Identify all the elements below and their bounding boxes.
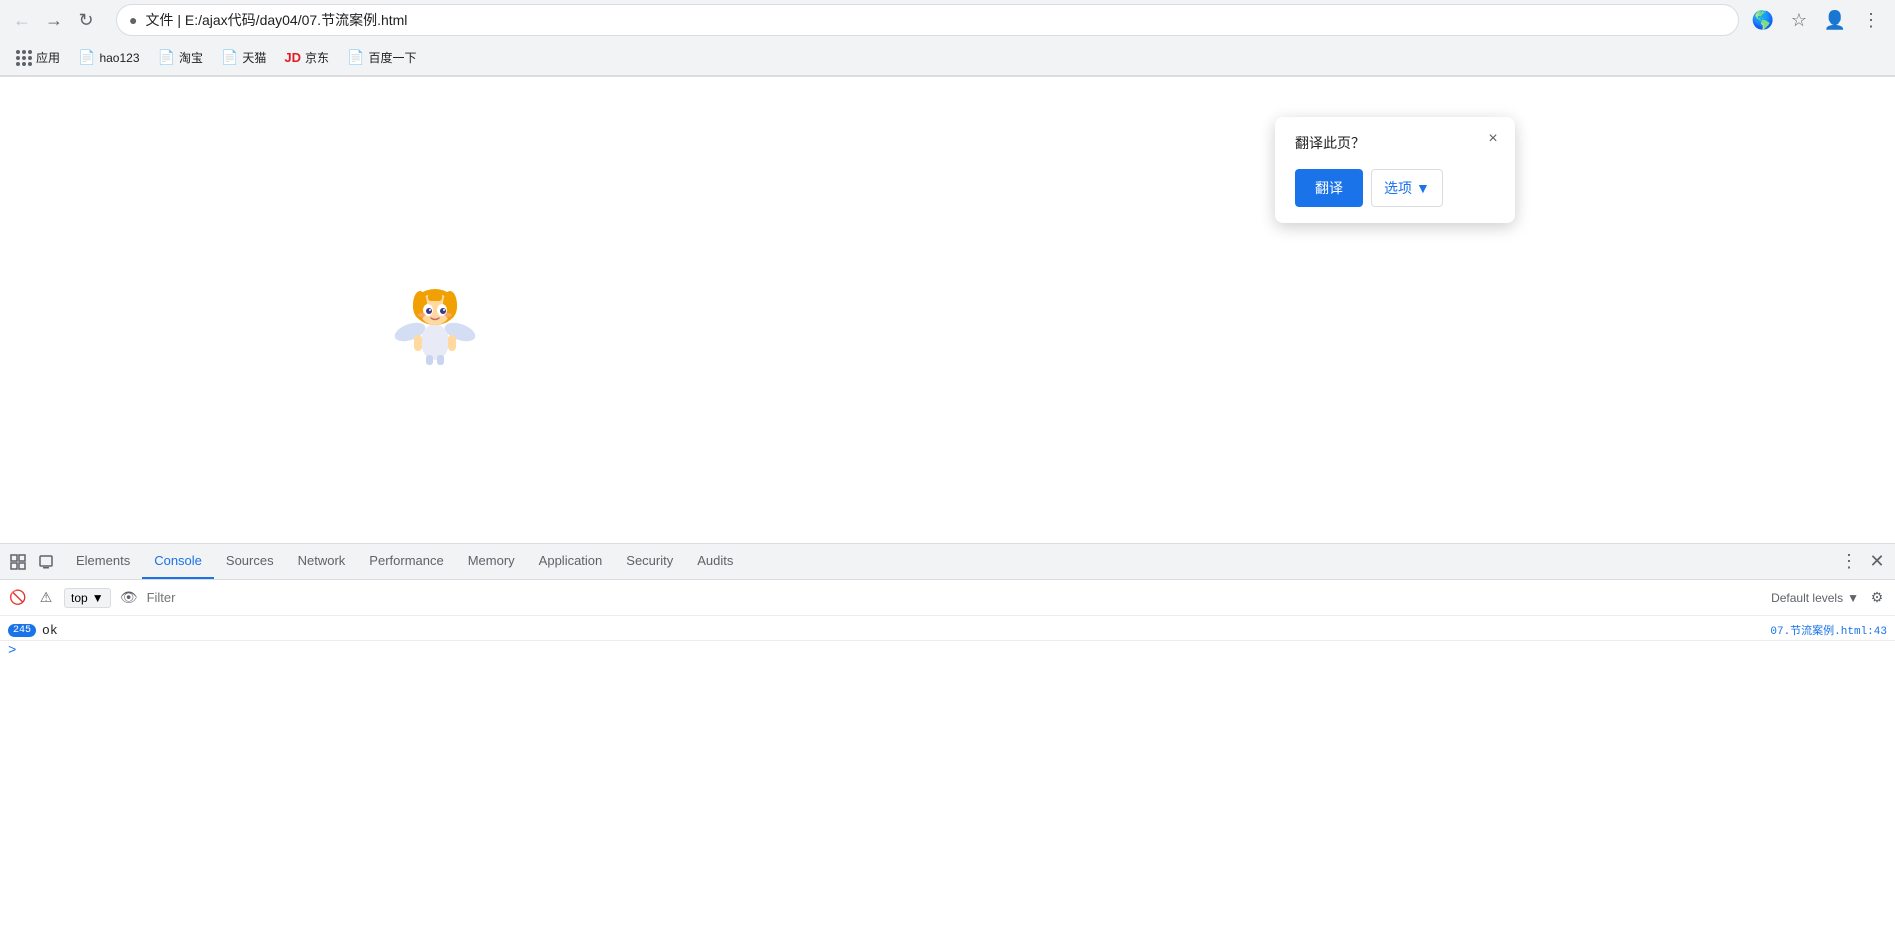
devtools-close-button[interactable]: ✕ (1863, 548, 1891, 576)
console-eye-button[interactable]: 👁 (119, 588, 139, 608)
menu-button[interactable]: ⋮ (1855, 4, 1887, 36)
bookmarks-bar: 应用 📄 hao123 📄 淘宝 📄 天猫 JD 京东 📄 百度一下 (0, 40, 1895, 76)
console-context-dropdown-icon: ▼ (92, 591, 104, 605)
devtools-panel: Elements Console Sources Network Perform… (0, 543, 1895, 940)
translate-options-button[interactable]: 选项 ▼ (1371, 169, 1443, 207)
reload-button[interactable]: ↻ (72, 6, 100, 34)
security-icon: ● (129, 12, 137, 28)
console-log-text: ok (42, 623, 1770, 638)
options-dropdown-icon: ▼ (1416, 180, 1430, 196)
console-ban-button[interactable]: ⚠ (36, 588, 56, 608)
back-button[interactable]: ← (8, 6, 36, 34)
console-log-count: 245 (8, 624, 36, 637)
console-prompt-row: > (0, 641, 1895, 661)
translate-popup-title: 翻译此页？ (1295, 133, 1495, 153)
sprite-character (390, 277, 480, 367)
bookmark-page-icon: 📄 (158, 49, 175, 66)
devtools-toolbar: Elements Console Sources Network Perform… (0, 544, 1895, 580)
page-content: 翻译此页？ × 翻译 选项 ▼ (0, 77, 1895, 543)
forward-button[interactable]: → (40, 6, 68, 34)
apps-label: 应用 (36, 49, 60, 66)
console-toolbar: 🚫 ⚠ top ▼ 👁 Default levels ▼ ⚙ (0, 580, 1895, 616)
apps-bookmark[interactable]: 应用 (8, 45, 68, 70)
console-content: 245 ok 07.节流案例.html:43 > (0, 616, 1895, 665)
bookmark-baidu[interactable]: 📄 百度一下 (339, 45, 424, 70)
console-context-label: top (71, 591, 88, 605)
console-levels-selector[interactable]: Default levels ▼ (1771, 591, 1859, 605)
console-levels-dropdown-icon: ▼ (1847, 591, 1859, 605)
bookmark-tianmao[interactable]: 📄 天猫 (213, 45, 274, 70)
bookmark-hao123-label: hao123 (99, 51, 139, 65)
tab-sources[interactable]: Sources (214, 544, 286, 579)
bookmark-page-icon: 📄 (221, 49, 238, 66)
address-bar[interactable]: ● 文件 | E:/ajax代码/day04/07.节流案例.html (116, 4, 1739, 36)
translate-popup-actions: 翻译 选项 ▼ (1295, 169, 1495, 207)
tab-memory[interactable]: Memory (456, 544, 527, 579)
devtools-inspect-button[interactable] (4, 548, 32, 576)
translate-button[interactable]: 🌎 (1747, 4, 1779, 36)
bookmark-taobao-label: 淘宝 (179, 49, 203, 66)
console-filter-input[interactable] (147, 590, 1763, 605)
bookmark-hao123[interactable]: 📄 hao123 (70, 45, 147, 70)
console-context-selector[interactable]: top ▼ (64, 588, 111, 608)
jd-icon: JD (284, 50, 301, 65)
tab-console[interactable]: Console (142, 544, 214, 579)
tab-performance[interactable]: Performance (357, 544, 455, 579)
console-settings-button[interactable]: ⚙ (1867, 588, 1887, 608)
devtools-tabs: Elements Console Sources Network Perform… (64, 544, 1835, 579)
tab-elements[interactable]: Elements (64, 544, 142, 579)
tab-application[interactable]: Application (527, 544, 615, 579)
profile-button[interactable]: 👤 (1819, 4, 1851, 36)
translate-execute-button[interactable]: 翻译 (1295, 169, 1363, 207)
address-text: 文件 | E:/ajax代码/day04/07.节流案例.html (145, 10, 1726, 30)
bookmark-taobao[interactable]: 📄 淘宝 (150, 45, 211, 70)
apps-grid-icon (16, 50, 32, 66)
bookmark-baidu-label: 百度一下 (368, 49, 416, 66)
console-panel: 245 ok 07.节流案例.html:43 > (0, 616, 1895, 941)
bookmark-jd-label: 京东 (305, 49, 329, 66)
console-prompt-arrow: > (8, 643, 16, 659)
options-label: 选项 (1384, 178, 1412, 198)
console-source-link[interactable]: 07.节流案例.html:43 (1770, 622, 1887, 638)
bookmark-page-icon: 📄 (347, 49, 364, 66)
bookmark-page-icon: 📄 (78, 49, 95, 66)
bookmark-button[interactable]: ☆ (1783, 4, 1815, 36)
tab-audits[interactable]: Audits (685, 544, 745, 579)
devtools-device-button[interactable] (32, 548, 60, 576)
bookmark-jd[interactable]: JD 京东 (276, 45, 337, 70)
console-levels-label: Default levels (1771, 591, 1843, 605)
console-clear-button[interactable]: 🚫 (8, 588, 28, 608)
devtools-more-button[interactable]: ⋮ (1835, 548, 1863, 576)
tab-security[interactable]: Security (614, 544, 685, 579)
translate-popup: 翻译此页？ × 翻译 选项 ▼ (1275, 117, 1515, 223)
translate-popup-close-button[interactable]: × (1481, 127, 1505, 151)
console-log-entry: 245 ok 07.节流案例.html:43 (0, 620, 1895, 641)
tab-network[interactable]: Network (286, 544, 358, 579)
bookmark-tianmao-label: 天猫 (242, 49, 266, 66)
